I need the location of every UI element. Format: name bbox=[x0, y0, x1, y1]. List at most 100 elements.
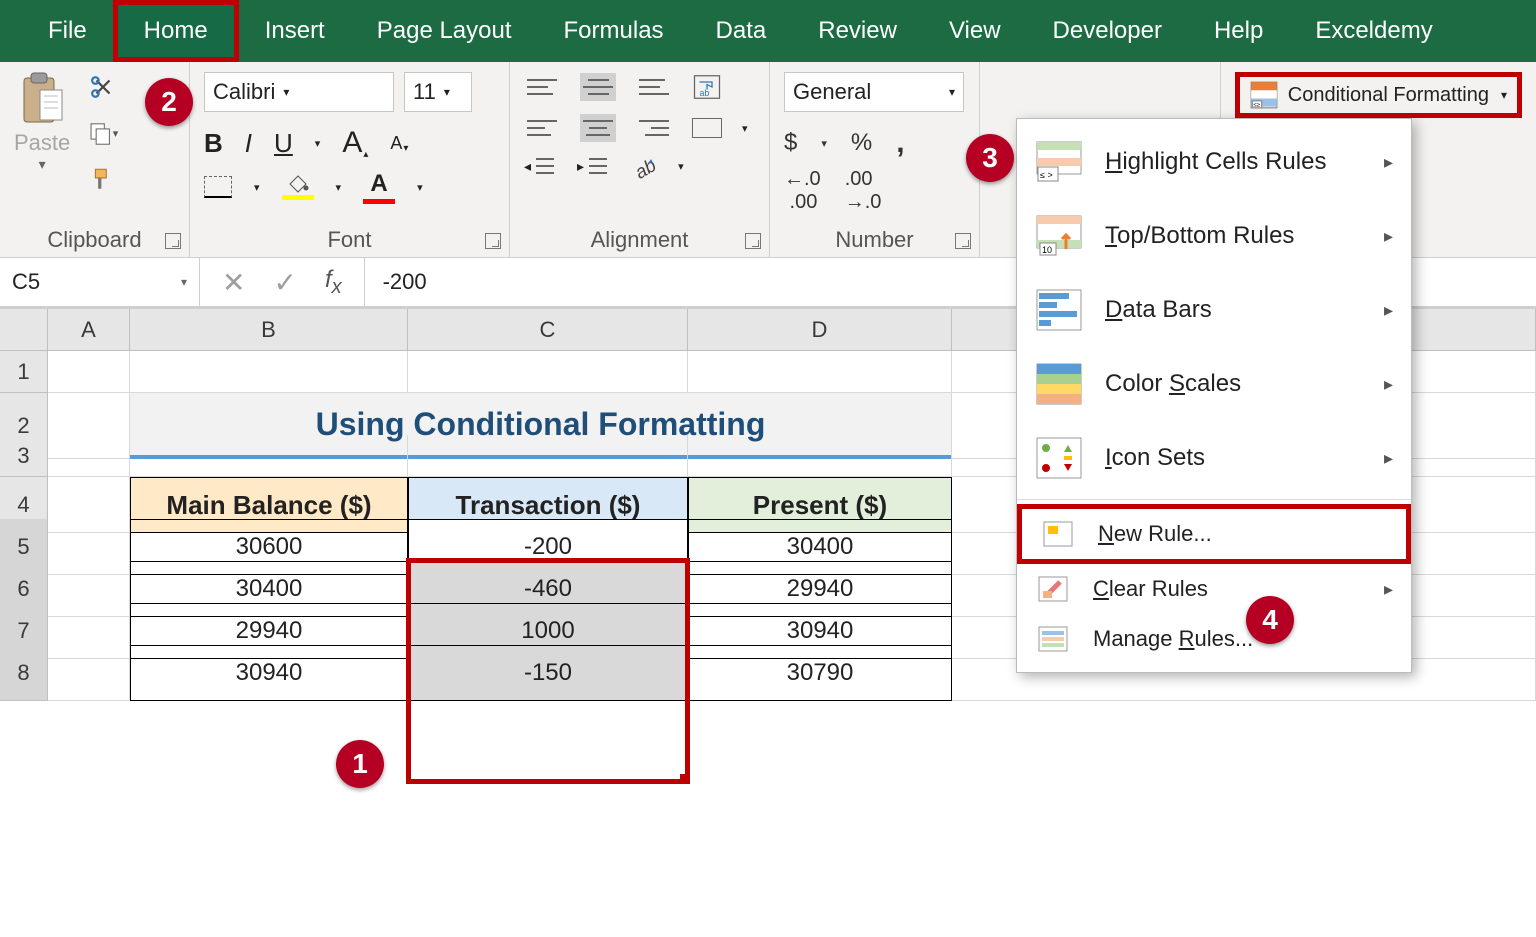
fill-handle-icon[interactable] bbox=[680, 774, 690, 784]
tab-review[interactable]: Review bbox=[792, 5, 923, 57]
chevron-down-icon: ▾ bbox=[1501, 88, 1507, 102]
borders-button[interactable] bbox=[204, 176, 232, 198]
submenu-arrow-icon: ▸ bbox=[1384, 448, 1393, 469]
merge-cells-button[interactable] bbox=[692, 118, 722, 138]
tab-file[interactable]: File bbox=[22, 5, 113, 57]
data-bars-icon bbox=[1036, 289, 1082, 331]
col-header-C[interactable]: C bbox=[408, 309, 688, 351]
highlight-rules-icon: ≤ > bbox=[1036, 141, 1082, 183]
row-header[interactable]: 8 bbox=[0, 645, 48, 701]
menu-top-bottom-rules[interactable]: 10 Top/Bottom Rules ▸ bbox=[1017, 199, 1411, 273]
menu-highlight-cells-rules[interactable]: ≤ > Highlight Cells Rules ▸ bbox=[1017, 125, 1411, 199]
svg-text:10: 10 bbox=[1042, 245, 1052, 255]
tab-insert[interactable]: Insert bbox=[239, 5, 351, 57]
col-header-A[interactable]: A bbox=[48, 309, 130, 351]
decrease-decimal-button[interactable]: .00→.0 bbox=[845, 168, 882, 214]
tab-developer[interactable]: Developer bbox=[1027, 5, 1188, 57]
cancel-formula-icon[interactable]: ✕ bbox=[222, 266, 245, 299]
row-header[interactable]: 3 bbox=[0, 435, 48, 477]
grow-font-button[interactable]: A▴ bbox=[342, 126, 368, 160]
tab-exceldemy[interactable]: Exceldemy bbox=[1289, 5, 1458, 57]
dialog-launcher-icon[interactable] bbox=[165, 233, 181, 249]
cell[interactable] bbox=[48, 351, 130, 393]
cell[interactable] bbox=[408, 435, 688, 477]
tab-data[interactable]: Data bbox=[690, 5, 793, 57]
align-left-button[interactable] bbox=[524, 114, 560, 142]
conditional-formatting-button[interactable]: ≤≥ Conditional Formatting ▾ bbox=[1235, 72, 1522, 118]
menu-clear-rules[interactable]: Clear Rules ▸ bbox=[1017, 564, 1411, 614]
menu-new-rule[interactable]: New Rule... bbox=[1017, 504, 1411, 564]
font-size-combo[interactable]: 11▾ bbox=[404, 72, 472, 112]
group-font: Calibri▾ 11▾ B I U▾ A▴ A▾ ▾ ▾ A▾ Font bbox=[190, 62, 510, 257]
cut-button[interactable] bbox=[88, 72, 118, 102]
name-box[interactable]: C5▾ bbox=[0, 258, 200, 306]
dialog-launcher-icon[interactable] bbox=[485, 233, 501, 249]
row-header[interactable]: 1 bbox=[0, 351, 48, 393]
align-middle-button[interactable] bbox=[580, 73, 616, 101]
cell-C8[interactable]: -150 bbox=[408, 645, 688, 701]
increase-decimal-button[interactable]: ←.0 .00 bbox=[784, 168, 821, 214]
submenu-arrow-icon: ▸ bbox=[1384, 300, 1393, 321]
underline-button[interactable]: U bbox=[274, 128, 293, 159]
bold-button[interactable]: B bbox=[204, 128, 223, 159]
number-format-combo[interactable]: General▾ bbox=[784, 72, 964, 112]
dialog-launcher-icon[interactable] bbox=[955, 233, 971, 249]
svg-text:≤≥: ≤≥ bbox=[1253, 103, 1260, 109]
insert-function-button[interactable]: fx bbox=[325, 266, 342, 299]
cell[interactable] bbox=[48, 645, 130, 701]
submenu-arrow-icon: ▸ bbox=[1384, 374, 1393, 395]
col-header-D[interactable]: D bbox=[688, 309, 952, 351]
cell[interactable] bbox=[688, 351, 952, 393]
bucket-icon bbox=[285, 174, 311, 194]
format-painter-button[interactable] bbox=[88, 164, 118, 194]
font-name-combo[interactable]: Calibri▾ bbox=[204, 72, 394, 112]
align-top-button[interactable] bbox=[524, 73, 560, 101]
conditional-formatting-menu: ≤ > Highlight Cells Rules ▸ 10 Top/Botto… bbox=[1016, 118, 1412, 673]
percent-format-button[interactable]: % bbox=[851, 129, 872, 157]
comma-format-button[interactable]: , bbox=[896, 126, 904, 160]
tab-help[interactable]: Help bbox=[1188, 5, 1289, 57]
annotation-3: 3 bbox=[966, 134, 1014, 182]
tab-formulas[interactable]: Formulas bbox=[538, 5, 690, 57]
menu-icon-sets[interactable]: Icon Sets ▸ bbox=[1017, 421, 1411, 495]
color-scales-icon bbox=[1036, 363, 1082, 405]
menu-data-bars[interactable]: Data Bars ▸ bbox=[1017, 273, 1411, 347]
align-right-button[interactable] bbox=[636, 114, 672, 142]
enter-formula-icon[interactable]: ✓ bbox=[273, 266, 296, 299]
select-all-corner[interactable] bbox=[0, 309, 48, 351]
tab-home[interactable]: Home bbox=[113, 0, 239, 62]
group-number: General▾ $▾ % , ←.0 .00 .00→.0 Number bbox=[770, 62, 980, 257]
scissors-icon bbox=[90, 74, 116, 100]
copy-button[interactable]: ▾ bbox=[88, 118, 118, 148]
orientation-button[interactable]: ab bbox=[630, 152, 658, 180]
align-center-button[interactable] bbox=[580, 114, 616, 142]
cell[interactable] bbox=[130, 435, 408, 477]
increase-indent-button[interactable]: ▸ bbox=[577, 152, 610, 180]
top-bottom-icon: 10 bbox=[1036, 215, 1082, 257]
align-bottom-button[interactable] bbox=[636, 73, 672, 101]
font-color-button[interactable]: A bbox=[363, 170, 395, 204]
cell[interactable] bbox=[408, 351, 688, 393]
paste-label: Paste bbox=[14, 130, 70, 156]
decrease-indent-button[interactable]: ◂ bbox=[524, 152, 557, 180]
paste-button[interactable]: Paste ▾ bbox=[14, 72, 70, 194]
wrap-text-button[interactable]: ab bbox=[692, 72, 722, 102]
shrink-font-button[interactable]: A▾ bbox=[390, 133, 408, 154]
svg-text:ab: ab bbox=[631, 154, 658, 180]
menu-manage-rules[interactable]: Manage Rules... bbox=[1017, 614, 1411, 664]
cell-D8[interactable]: 30790 bbox=[688, 645, 952, 701]
cell[interactable] bbox=[130, 351, 408, 393]
tab-view[interactable]: View bbox=[923, 5, 1027, 57]
fill-color-button[interactable] bbox=[282, 174, 314, 200]
cell[interactable] bbox=[688, 435, 952, 477]
italic-button[interactable]: I bbox=[245, 128, 252, 159]
chevron-down-icon[interactable]: ▾ bbox=[39, 156, 46, 173]
cell-B8[interactable]: 30940 bbox=[130, 645, 408, 701]
menu-color-scales[interactable]: Color Scales ▸ bbox=[1017, 347, 1411, 421]
dialog-launcher-icon[interactable] bbox=[745, 233, 761, 249]
svg-text:ab: ab bbox=[700, 88, 710, 98]
tab-pagelayout[interactable]: Page Layout bbox=[351, 5, 538, 57]
col-header-B[interactable]: B bbox=[130, 309, 408, 351]
cell[interactable] bbox=[48, 435, 130, 477]
accounting-format-button[interactable]: $ bbox=[784, 129, 797, 157]
